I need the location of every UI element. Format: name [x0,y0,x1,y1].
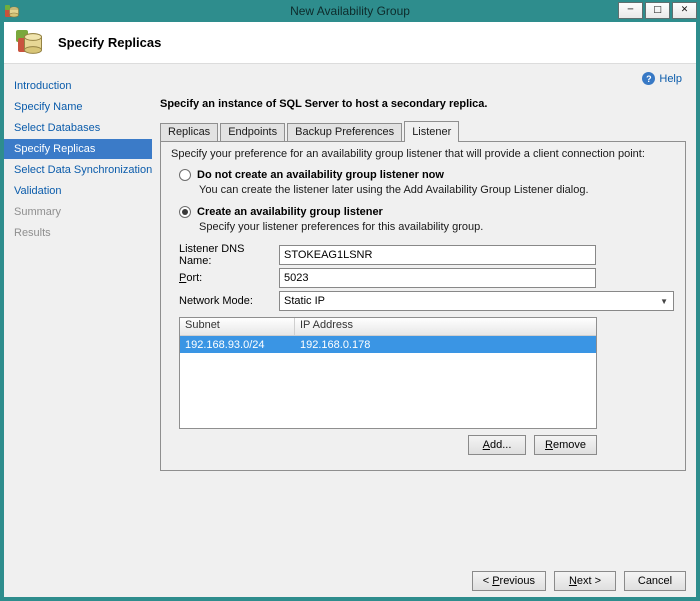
sidebar-item-specify-replicas[interactable]: Specify Replicas [4,139,152,159]
dns-name-label: Listener DNS Name: [179,243,245,267]
ip-address-table-header: Subnet IP Address [180,318,596,336]
cell-subnet: 192.168.93.0/24 [185,338,265,351]
window-controls: ─ □ ✕ [618,2,697,19]
app-icon [5,4,19,17]
sidebar-item-select-data-synchronization[interactable]: Select Data Synchronization [4,160,152,180]
remove-button[interactable]: Remove [534,435,597,455]
radio-create-listener-label: Create an availability group listener [197,206,383,218]
radio-button-unselected[interactable] [179,169,191,181]
cancel-button[interactable]: Cancel [624,571,686,591]
port-input[interactable] [279,268,596,288]
sidebar-item-results: Results [14,227,51,239]
radio-create-listener-sublabel: Specify your listener preferences for th… [199,221,484,233]
tab-strip: Replicas Endpoints Backup Preferences Li… [160,120,686,142]
radio-no-listener-sublabel: You can create the listener later using … [199,184,589,196]
radio-no-listener[interactable]: Do not create an availability group list… [179,169,675,181]
close-button[interactable]: ✕ [672,2,697,19]
ip-address-table[interactable]: Subnet IP Address 192.168.93.0/24 192.16… [179,317,597,429]
main-panel: ? Help Specify an instance of SQL Server… [152,64,696,565]
cell-ip-address: 192.168.0.178 [300,338,371,351]
maximize-button[interactable]: □ [645,2,670,19]
wizard-footer: < Previous Next > Cancel [4,565,696,597]
column-header-subnet: Subnet [180,318,295,335]
window-title: New Availability Group [290,4,410,18]
new-availability-group-window: New Availability Group ─ □ ✕ Specify Rep… [0,0,700,601]
help-label: Help [659,72,682,85]
tab-endpoints[interactable]: Endpoints [220,123,286,141]
listener-tab-panel: Specify your preference for an availabil… [160,141,686,471]
availability-group-icon [16,29,42,54]
listener-form: Listener DNS Name: Port: Network Mode: S… [179,243,675,311]
table-row[interactable]: 192.168.93.0/24 192.168.0.178 [180,336,596,353]
radio-create-listener[interactable]: Create an availability group listener [179,206,675,218]
radio-button-selected[interactable] [179,206,191,218]
tab-listener[interactable]: Listener [404,121,460,142]
chevron-down-icon: ▼ [660,296,668,306]
listener-description: Specify your preference for an availabil… [171,148,645,160]
ip-address-table-body[interactable]: 192.168.93.0/24 192.168.0.178 [180,336,596,428]
dialog-client-area: Specify Replicas Introduction Specify Na… [4,22,696,597]
sidebar-item-select-databases[interactable]: Select Databases [4,118,152,138]
column-header-ip-address: IP Address [300,319,353,331]
sidebar-item-specify-name[interactable]: Specify Name [4,97,152,117]
wizard-header: Specify Replicas [4,22,696,64]
help-icon: ? [642,72,656,85]
tab-backup-preferences[interactable]: Backup Preferences [287,123,403,141]
help-link[interactable]: ? Help [642,72,682,85]
sidebar-item-summary: Summary [14,206,62,218]
network-mode-select[interactable]: Static IP ▼ [279,291,674,311]
next-button[interactable]: Next > [554,571,616,591]
sidebar-item-validation[interactable]: Validation [4,181,152,201]
tab-replicas[interactable]: Replicas [160,123,219,141]
network-mode-value: Static IP [284,295,325,307]
titlebar[interactable]: New Availability Group ─ □ ✕ [0,0,700,22]
port-label: Port: [179,272,203,284]
dns-name-input[interactable] [279,245,596,265]
page-title: Specify Replicas [58,35,162,50]
previous-button[interactable]: < Previous [471,571,546,591]
radio-no-listener-label: Do not create an availability group list… [197,169,444,181]
minimize-button[interactable]: ─ [618,2,643,19]
network-mode-label: Network Mode: [179,295,253,307]
table-button-row: Add... Remove [171,435,597,455]
wizard-steps-sidebar: Introduction Specify Name Select Databas… [4,64,152,565]
sidebar-item-introduction[interactable]: Introduction [4,76,152,96]
wizard-body: Introduction Specify Name Select Databas… [4,64,696,565]
add-button[interactable]: Add... [468,435,527,455]
page-instruction: Specify an instance of SQL Server to hos… [160,98,488,110]
